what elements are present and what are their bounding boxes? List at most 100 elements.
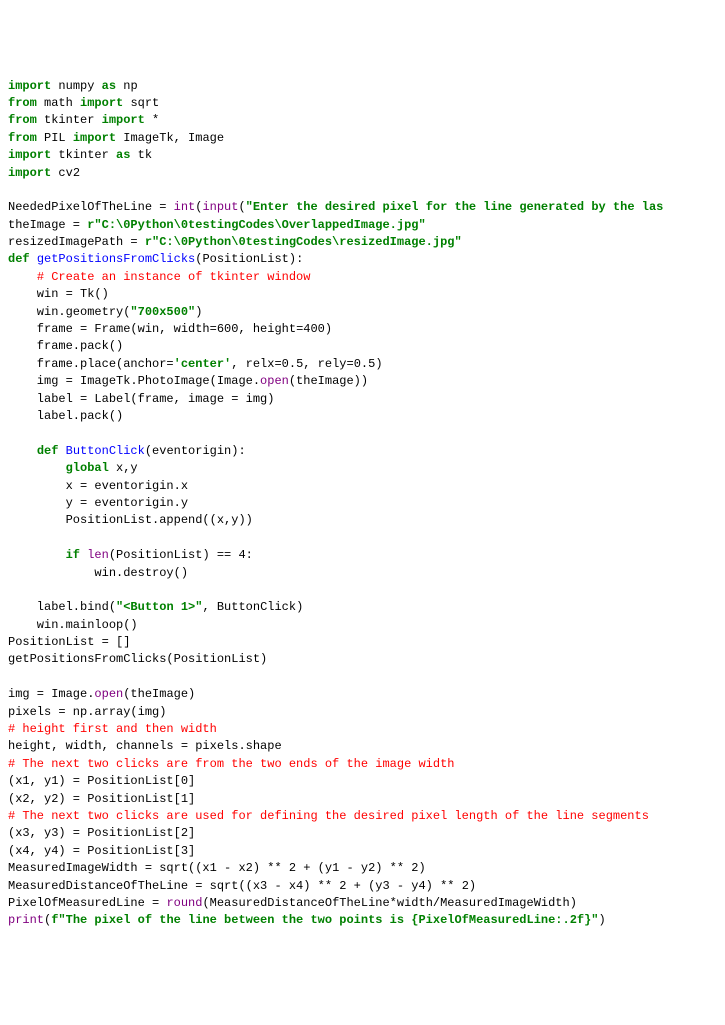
code-token: tkinter bbox=[51, 148, 116, 162]
code-token: input bbox=[202, 200, 238, 214]
code-token: ) bbox=[195, 305, 202, 319]
code-token: label.pack() bbox=[8, 409, 123, 423]
code-token: "<Button 1>" bbox=[116, 600, 202, 614]
code-token: # The next two clicks are used for defin… bbox=[8, 809, 649, 823]
code-token: x,y bbox=[109, 461, 138, 475]
code-line: def ButtonClick(eventorigin): bbox=[8, 444, 246, 458]
code-token: 2 bbox=[339, 879, 346, 893]
code-line: label.bind("<Button 1>", ButtonClick) bbox=[8, 600, 303, 614]
code-token: tk bbox=[130, 148, 152, 162]
code-token: (PositionList): bbox=[195, 252, 303, 266]
code-token: 400 bbox=[303, 322, 325, 336]
code-token: tkinter bbox=[37, 113, 102, 127]
code-token: pixels = np.array(img) bbox=[8, 705, 166, 719]
code-token: frame = Frame(win, width= bbox=[8, 322, 217, 336]
code-token: , relx= bbox=[231, 357, 281, 371]
code-line: (x3, y3) = PositionList[2] bbox=[8, 826, 195, 840]
code-token: open bbox=[260, 374, 289, 388]
code-token: 'center' bbox=[174, 357, 232, 371]
code-token: (eventorigin): bbox=[145, 444, 246, 458]
code-token: MeasuredImageWidth = sqrt((x1 - x2) ** bbox=[8, 861, 289, 875]
code-token: 0.5 bbox=[354, 357, 376, 371]
code-line: img = ImageTk.PhotoImage(Image.open(theI… bbox=[8, 374, 368, 388]
code-token: win = Tk() bbox=[8, 287, 109, 301]
code-line: MeasuredImageWidth = sqrt((x1 - x2) ** 2… bbox=[8, 861, 426, 875]
code-line: NeededPixelOfTheLine = int(input("Enter … bbox=[8, 200, 663, 214]
code-line: global x,y bbox=[8, 461, 138, 475]
code-token: # height first and then width bbox=[8, 722, 217, 736]
code-line: frame.pack() bbox=[8, 339, 123, 353]
code-line: print(f"The pixel of the line between th… bbox=[8, 913, 606, 927]
code-token: getPositionsFromClicks bbox=[37, 252, 195, 266]
code-token: PixelOfMeasuredLine = bbox=[8, 896, 166, 910]
code-token: r"C:\0Python\0testingCodes\OverlappedIma… bbox=[87, 218, 425, 232]
code-token: 1 bbox=[181, 792, 188, 806]
code-token: theImage = bbox=[8, 218, 87, 232]
code-token: numpy bbox=[51, 79, 101, 93]
code-token: 600 bbox=[217, 322, 239, 336]
code-token bbox=[8, 444, 37, 458]
code-token: label.bind( bbox=[8, 600, 116, 614]
code-line: frame = Frame(win, width=600, height=400… bbox=[8, 322, 332, 336]
code-line: from math import sqrt bbox=[8, 96, 159, 110]
code-token: ] bbox=[188, 844, 195, 858]
code-line: from PIL import ImageTk, Image bbox=[8, 131, 224, 145]
code-line: PositionList = [] bbox=[8, 635, 130, 649]
code-line: y = eventorigin.y bbox=[8, 496, 188, 510]
code-token: ) bbox=[418, 861, 425, 875]
code-token: import bbox=[80, 96, 123, 110]
code-token: r"C:\0Python\0testingCodes\resizedImage.… bbox=[145, 235, 462, 249]
code-token: # The next two clicks are from the two e… bbox=[8, 757, 454, 771]
code-line: PositionList.append((x,y)) bbox=[8, 513, 253, 527]
code-token: , height= bbox=[238, 322, 303, 336]
code-token: (x2, y2) = PositionList[ bbox=[8, 792, 181, 806]
code-line: import cv2 bbox=[8, 166, 80, 180]
code-line: PixelOfMeasuredLine = round(MeasuredDist… bbox=[8, 896, 577, 910]
code-token: PIL bbox=[37, 131, 73, 145]
code-token: round bbox=[166, 896, 202, 910]
code-line: (x2, y2) = PositionList[1] bbox=[8, 792, 195, 806]
code-token: ( bbox=[44, 913, 51, 927]
code-line: import tkinter as tk bbox=[8, 148, 152, 162]
code-token: (theImage) bbox=[123, 687, 195, 701]
code-token: PositionList = [] bbox=[8, 635, 130, 649]
code-line: win = Tk() bbox=[8, 287, 109, 301]
code-token: (x3, y3) = PositionList[ bbox=[8, 826, 181, 840]
code-token: import bbox=[8, 166, 51, 180]
code-token bbox=[8, 270, 37, 284]
code-token: sqrt bbox=[123, 96, 159, 110]
code-token bbox=[30, 252, 37, 266]
code-token: np bbox=[116, 79, 138, 93]
code-token: ] bbox=[188, 792, 195, 806]
code-line: win.geometry("700x500") bbox=[8, 305, 202, 319]
code-token: NeededPixelOfTheLine = bbox=[8, 200, 174, 214]
code-token: 2 bbox=[289, 861, 296, 875]
code-token: getPositionsFromClicks(PositionList) bbox=[8, 652, 267, 666]
code-block: import numpy as np from math import sqrt… bbox=[8, 78, 717, 930]
code-token: ImageTk, Image bbox=[116, 131, 224, 145]
code-line: if len(PositionList) == 4: bbox=[8, 548, 253, 562]
code-token: (MeasuredDistanceOfTheLine*width/Measure… bbox=[202, 896, 576, 910]
code-token: global bbox=[66, 461, 109, 475]
code-line: (x1, y1) = PositionList[0] bbox=[8, 774, 195, 788]
code-token: ] bbox=[188, 774, 195, 788]
code-token: 2 bbox=[411, 861, 418, 875]
code-token: 4 bbox=[238, 548, 245, 562]
code-token: frame.pack() bbox=[8, 339, 123, 353]
code-line: (x4, y4) = PositionList[3] bbox=[8, 844, 195, 858]
code-token: def bbox=[8, 252, 30, 266]
code-token: import bbox=[102, 113, 145, 127]
code-line: def getPositionsFromClicks(PositionList)… bbox=[8, 252, 303, 266]
code-token: math bbox=[37, 96, 80, 110]
code-token: img = ImageTk.PhotoImage(Image. bbox=[8, 374, 260, 388]
code-token bbox=[8, 548, 66, 562]
code-token: "700x500" bbox=[130, 305, 195, 319]
code-token: img = Image. bbox=[8, 687, 94, 701]
code-token: MeasuredDistanceOfTheLine = sqrt((x3 - x… bbox=[8, 879, 339, 893]
code-token bbox=[8, 461, 66, 475]
code-line: win.destroy() bbox=[8, 566, 188, 580]
code-token: "Enter the desired pixel for the line ge… bbox=[246, 200, 664, 214]
code-token: ) bbox=[599, 913, 606, 927]
code-token: 2 bbox=[181, 826, 188, 840]
code-line: # The next two clicks are from the two e… bbox=[8, 757, 454, 771]
